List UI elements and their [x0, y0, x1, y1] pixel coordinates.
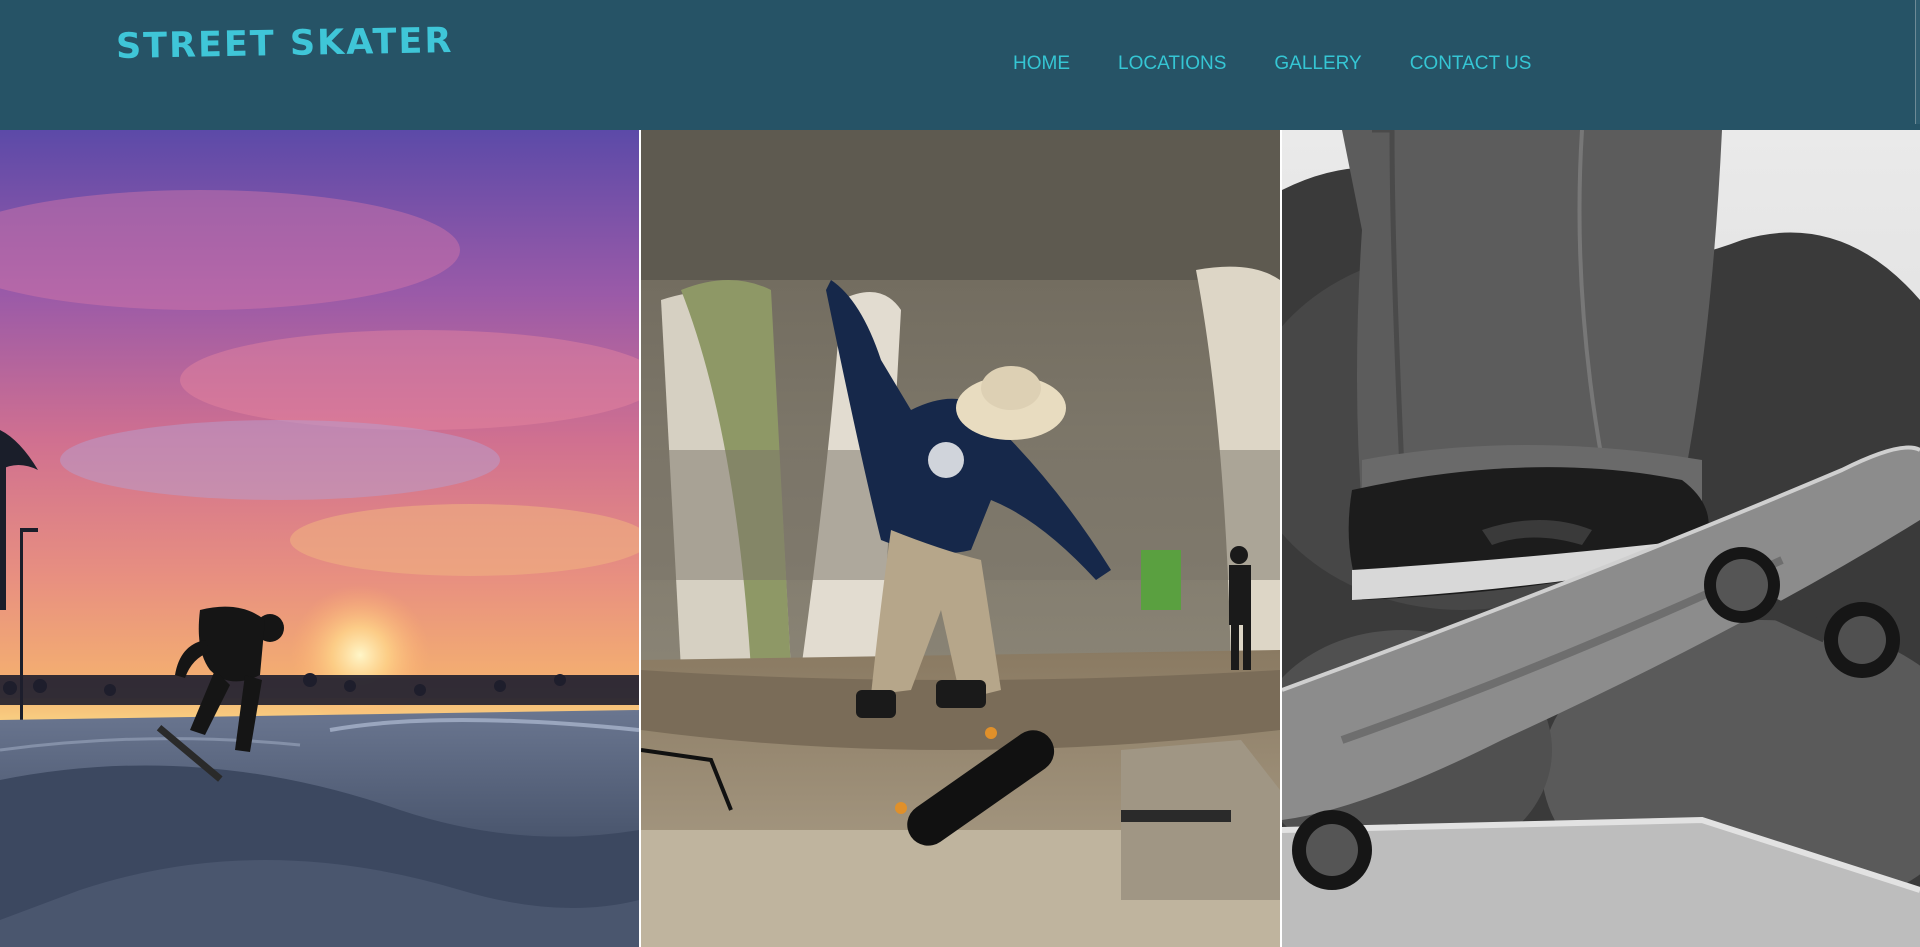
nav-gallery-link[interactable]: GALLERY — [1274, 53, 1361, 75]
skateboard-closeup-bw-photo — [1282, 130, 1920, 947]
main-nav: HOME LOCATIONS GALLERY CONTACT US — [1013, 53, 1531, 75]
nav-contact-us-link[interactable]: CONTACT US — [1410, 53, 1532, 75]
sunset-skatepark-photo — [0, 130, 639, 947]
nav-locations-link[interactable]: LOCATIONS — [1118, 53, 1226, 75]
site-logo[interactable]: STREET SKATER — [116, 21, 454, 67]
nav-home-link[interactable]: HOME — [1013, 53, 1070, 75]
site-header: STREET SKATER HOME LOCATIONS GALLERY CON… — [0, 0, 1920, 130]
photo-gallery — [0, 130, 1920, 947]
kickflip-under-bridge-photo — [641, 130, 1280, 947]
scrollbar[interactable] — [1915, 0, 1920, 124]
